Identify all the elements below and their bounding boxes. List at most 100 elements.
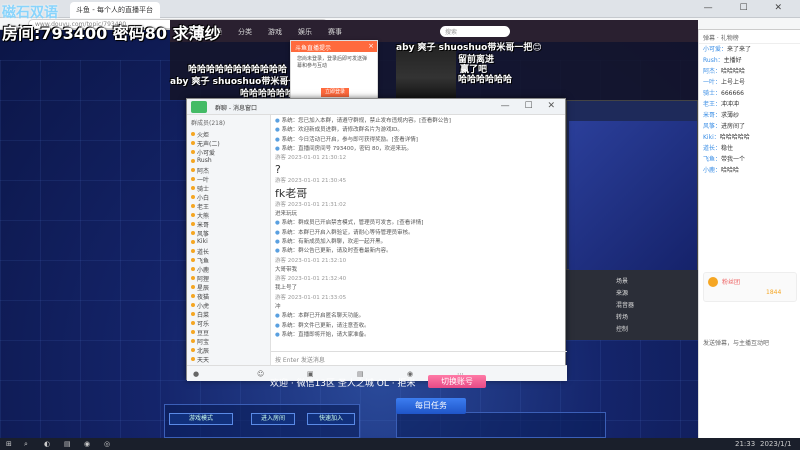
obs-row[interactable]: 转场 (616, 312, 628, 321)
obs-row[interactable]: 混音器 (616, 300, 634, 309)
chat-username[interactable]: 飞鱼： (703, 156, 721, 163)
search-icon[interactable]: ⌕ (24, 440, 28, 449)
obs-row[interactable]: 控制 (616, 324, 628, 333)
danmaku-input[interactable]: 发送弹幕，与主播互动吧 (703, 338, 769, 347)
message-list: 系统：您已加入本群，请遵守群规，禁止发布违规内容。[查看群公告]系统：欢迎新成员… (271, 115, 567, 351)
obs-row[interactable]: 场景 (616, 276, 628, 285)
member-item[interactable]: 一叶 (187, 175, 270, 184)
taskbar-time: 21:33 (735, 440, 756, 448)
chat-message: 系统：有新成员加入群聊，欢迎一起开黑。 (275, 238, 563, 247)
chat-message: 冲 (275, 304, 281, 311)
live-chat-message: 阿杰：哈哈哈哈 (699, 66, 800, 77)
obs-controls: 场景 来源 混音器 转场 控制 (566, 270, 698, 340)
message-input[interactable]: 按 Enter 发送消息 (271, 351, 567, 365)
login-button[interactable]: 立即登录 (321, 88, 349, 97)
daily-tasks-button[interactable]: 每日任务 (396, 398, 466, 414)
nav-item[interactable]: 赛事 (328, 27, 342, 37)
live-chat-panel: 弹幕 · 礼物榜 小可爱：来了来了 Rush：主播好 阿杰：哈哈哈哈 一叶：上号上号骑… (698, 30, 800, 438)
member-item[interactable]: 北辰 (187, 346, 270, 355)
chat-text: 哈哈哈 (721, 167, 740, 174)
member-item[interactable]: 星辰 (187, 283, 270, 292)
member-item[interactable]: 小鹿 (187, 265, 270, 274)
live-chat-message: 道长：稳住 (699, 143, 800, 154)
chat-text: 哈哈哈哈 (721, 68, 746, 75)
member-item[interactable]: Kiki (187, 238, 270, 247)
nav-item[interactable]: 娱乐 (298, 27, 312, 37)
folder-icon[interactable]: ▤ (64, 440, 71, 448)
group-avatar (191, 101, 207, 113)
member-item[interactable]: 风筝 (187, 229, 270, 238)
live-chat-message: 小鹿：哈哈哈 (699, 165, 800, 176)
room-number: 793400 (40, 24, 108, 43)
windows-start-icon[interactable]: ⊞ (6, 440, 12, 448)
browser-tab[interactable]: 斗鱼 - 每个人的直播平台 (70, 2, 160, 18)
chat-username[interactable]: 骑士： (703, 90, 721, 97)
obs-icon[interactable]: ◎ (104, 440, 110, 448)
emoji-icon[interactable]: ☺ (257, 370, 264, 378)
obs-preview (569, 121, 697, 271)
live-chat-message: 老王：冲冲冲 (699, 99, 800, 110)
chat-app-icon[interactable]: ◉ (84, 440, 90, 448)
obs-row[interactable]: 来源 (616, 288, 628, 297)
popup-title: 斗鱼直播提示 (291, 41, 377, 52)
window-controls[interactable]: — ☐ ✕ (501, 101, 561, 111)
member-item[interactable]: 道长 (187, 247, 270, 256)
member-item[interactable]: 阿宝 (187, 337, 270, 346)
chat-message: 游客 2023-01-01 21:32:10 (275, 257, 347, 264)
member-item[interactable]: 米哥 (187, 220, 270, 229)
chat-username[interactable]: 阿杰： (703, 68, 721, 75)
chat-username[interactable]: 一叶： (703, 79, 721, 86)
nav-item[interactable]: 游戏 (268, 27, 282, 37)
chat-username[interactable]: 老王： (703, 101, 721, 108)
member-item[interactable]: 可乐 (187, 319, 270, 328)
chat-username[interactable]: 风筝： (703, 123, 721, 130)
chat-message: 游客 2023-01-01 21:31:02 (275, 201, 347, 208)
member-item[interactable]: 天天 (187, 355, 270, 364)
member-item[interactable]: 豆豆 (187, 328, 270, 337)
quick-join-button[interactable]: 快速加入 (307, 413, 355, 425)
member-item[interactable]: 火炬 (187, 130, 270, 139)
chat-text: 稳住 (721, 145, 734, 152)
browser-icon[interactable]: ◐ (44, 440, 50, 448)
chat-message: ? (275, 163, 281, 177)
room-info-overlay: 房间:793400 密码80 求薄纱 (2, 20, 221, 44)
game-mode-button[interactable]: 游戏模式 (169, 413, 233, 425)
member-item[interactable]: 夜猫 (187, 292, 270, 301)
nav-item[interactable]: 分类 (238, 27, 252, 37)
member-item[interactable]: 小可爱 (187, 148, 270, 157)
chat-username[interactable]: Kiki： (703, 134, 720, 141)
chat-username[interactable]: 小可爱： (703, 46, 727, 53)
member-item[interactable]: 老王 (187, 202, 270, 211)
member-item[interactable]: 飞鱼 (187, 256, 270, 265)
window-controls[interactable]: — ☐ ✕ (704, 3, 794, 13)
avatar[interactable]: ● (193, 370, 199, 378)
chat-message: 系统：今日活动已开启，参与即可获得奖励。[查看详情] (275, 136, 563, 145)
enter-room-button[interactable]: 进入房间 (251, 413, 295, 425)
popup-body: 您尚未登录，登录后即可发送弹幕和参与互动 (297, 56, 368, 69)
fan-card[interactable]: 粉丝团 1844 (703, 272, 797, 302)
live-chat-message: 米哥：求薄纱 (699, 110, 800, 121)
chat-text: 主播好 (723, 57, 742, 64)
member-item[interactable]: Rush (187, 157, 270, 166)
member-item[interactable]: 阿杰 (187, 166, 270, 175)
member-item[interactable]: 阿狸 (187, 274, 270, 283)
chat-username[interactable]: 小鹿： (703, 167, 721, 174)
danmaku-line: 赢了吧 (460, 65, 488, 75)
member-item[interactable]: 骑士 (187, 184, 270, 193)
member-item[interactable]: 无声(二) (187, 139, 270, 148)
live-chat-message: 风筝：进房间了 (699, 121, 800, 132)
switch-account-button[interactable]: 切换账号 (428, 375, 486, 388)
live-chat-message: 一叶：上号上号 (699, 77, 800, 88)
chat-username[interactable]: 道长： (703, 145, 721, 152)
member-item[interactable]: 小虎 (187, 301, 270, 310)
password-value: 80 (144, 24, 168, 43)
member-item[interactable]: 小白 (187, 193, 270, 202)
search-input[interactable]: 搜索 (440, 26, 510, 37)
member-item[interactable]: 大熊 (187, 211, 270, 220)
chat-username[interactable]: 米哥： (703, 112, 721, 119)
chat-username[interactable]: Rush： (703, 57, 724, 64)
live-chat-message: Kiki：哈哈哈哈哈 (699, 132, 800, 143)
close-icon[interactable]: × (368, 42, 374, 50)
chat-message: 系统：群成员已开启禁言模式，管理员可发言。[查看详情] (275, 219, 563, 228)
member-item[interactable]: 白菜 (187, 310, 270, 319)
